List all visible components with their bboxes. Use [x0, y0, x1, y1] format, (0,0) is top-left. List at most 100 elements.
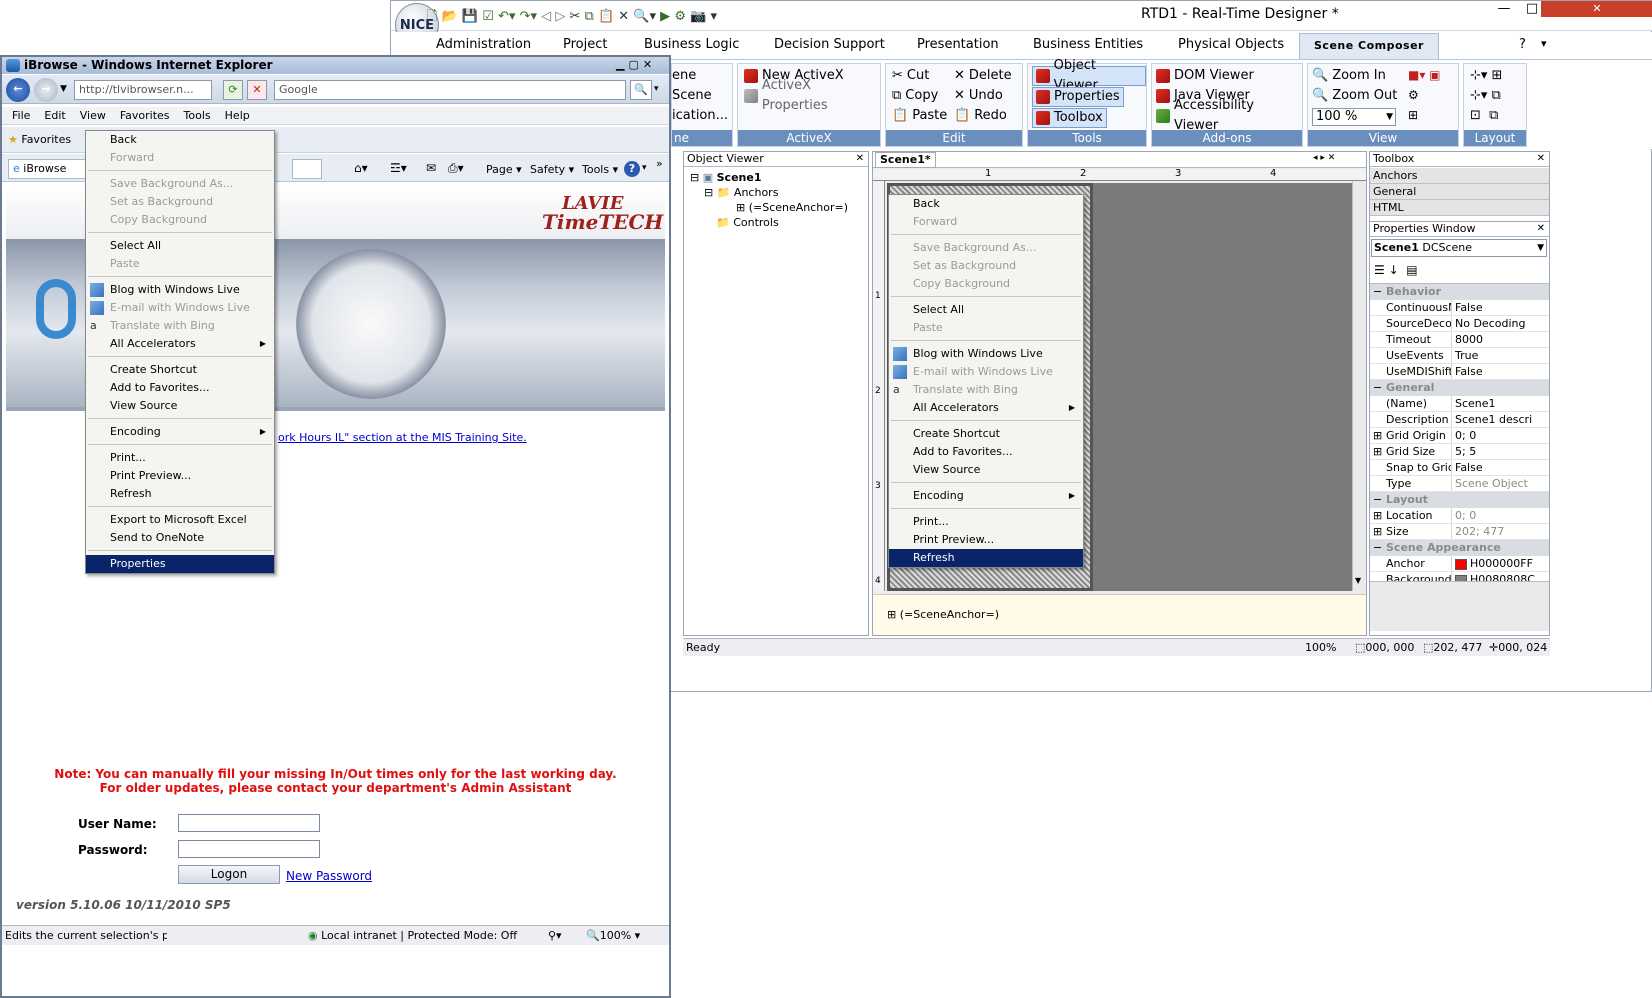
delete-icon[interactable]: ✕ [618, 9, 629, 23]
mail-icon[interactable]: ✉ [426, 161, 436, 175]
context-menu-item[interactable]: a Translate with Bing [889, 381, 1083, 399]
context-menu-item[interactable]: Encoding ▶ [889, 487, 1083, 505]
property-row[interactable]: Background H0080808C [1370, 572, 1549, 581]
delete-button[interactable]: ✕ Delete [954, 66, 1012, 86]
property-value[interactable]: H0080808C [1452, 572, 1549, 581]
redo-button[interactable]: 📋 Redo [954, 106, 1007, 126]
menu-edit[interactable]: Edit [44, 109, 65, 122]
context-menu-item[interactable]: All Accelerators ▶ [889, 399, 1083, 417]
tab-nav-arrows[interactable]: ◂ ▸ ✕ [1313, 153, 1335, 163]
expand-icon[interactable]: ⊞ [1373, 508, 1382, 523]
property-row[interactable]: Anchor H000000FF [1370, 556, 1549, 572]
zoom-control[interactable]: 🔍100% ▾ [586, 929, 640, 942]
context-menu-item[interactable]: Print Preview... [889, 531, 1083, 549]
property-value[interactable]: 5; 5 [1452, 444, 1549, 459]
property-value[interactable]: Scene1 [1452, 396, 1549, 411]
context-menu-item[interactable]: Add to Favorites... [86, 379, 274, 397]
context-menu-item[interactable]: Copy Background [889, 275, 1083, 293]
tools-menu[interactable]: Tools ▾ [582, 163, 618, 176]
property-row[interactable]: ⊞ Size 202; 477 [1370, 524, 1549, 540]
property-row[interactable]: Type Scene Object [1370, 476, 1549, 492]
zoom-in-button[interactable]: 🔍 Zoom In [1312, 66, 1386, 86]
new-password-link[interactable]: New Password [286, 869, 372, 883]
address-bar[interactable]: http://tlvibrowser.n... [74, 80, 212, 100]
toolbox-anchors[interactable]: Anchors [1370, 168, 1549, 184]
refresh-button[interactable]: ⟳ [223, 80, 243, 100]
property-value[interactable]: No Decoding [1452, 316, 1549, 331]
ribbon-options-icon[interactable]: ▾ [1541, 37, 1547, 50]
property-row[interactable]: Snap to Grid False [1370, 460, 1549, 476]
scene-anchor-item[interactable]: ⊞ (=SceneAnchor=) [887, 608, 999, 621]
back-button[interactable]: ← [6, 78, 30, 102]
overflow-chevron-icon[interactable]: » [656, 157, 663, 170]
save-icon[interactable]: 💾 [462, 9, 478, 23]
camera-icon[interactable]: 📷 [690, 9, 706, 23]
stop-button[interactable]: ✕ [247, 80, 267, 100]
tab-project[interactable]: Project [563, 37, 607, 52]
close-button[interactable]: ✕ [1541, 1, 1652, 17]
property-category[interactable]: Scene Appearance [1370, 540, 1549, 556]
help-icon[interactable]: ? [1519, 37, 1526, 52]
context-menu-item[interactable]: View Source [889, 461, 1083, 479]
tab-business-logic[interactable]: Business Logic [644, 37, 739, 52]
property-pages-icon[interactable]: ▤ [1406, 263, 1417, 277]
search-options-icon[interactable]: ▾ [654, 84, 659, 94]
password-input[interactable] [178, 840, 320, 858]
ie-window-buttons[interactable]: ▁▢✕ [616, 58, 656, 71]
context-menu-item[interactable]: Export to Microsoft Excel [86, 511, 274, 529]
close-icon[interactable]: ✕ [856, 152, 864, 166]
open-icon[interactable]: 📂 [442, 9, 458, 23]
context-menu-item[interactable]: Encoding ▶ [86, 423, 274, 441]
context-menu-item[interactable]: Forward [86, 149, 274, 167]
undo-button[interactable]: ✕ Undo [954, 86, 1003, 106]
new-tab-button[interactable] [292, 159, 322, 179]
minimize-button[interactable]: — [1491, 1, 1517, 19]
menu-tools[interactable]: Tools [184, 109, 211, 122]
context-menu-item[interactable]: Send to OneNote [86, 529, 274, 547]
accessibility-viewer-button[interactable]: Accessibility Viewer [1156, 98, 1302, 133]
activex-properties-button[interactable]: ActiveX Properties [744, 78, 880, 113]
expand-icon[interactable]: ⊞ [1373, 444, 1382, 459]
context-menu-item[interactable]: Create Shortcut [86, 361, 274, 379]
context-menu-item[interactable]: All Accelerators ▶ [86, 335, 274, 353]
feeds-icon[interactable]: ☲▾ [390, 161, 407, 175]
zoom-out-button[interactable]: 🔍 Zoom Out [1312, 86, 1397, 106]
menu-help[interactable]: Help [225, 109, 250, 122]
mis-training-link[interactable]: ork Hours IL" section at the MIS Trainin… [278, 431, 527, 444]
expand-icon[interactable]: ⊞ [1373, 428, 1382, 443]
paste-button[interactable]: 📋 Paste [892, 106, 947, 126]
view-link-icon[interactable]: ⚙ [1408, 88, 1419, 102]
menu-favorites[interactable]: Favorites [120, 109, 170, 122]
build-icon[interactable]: ⚙ [674, 9, 686, 23]
context-menu-item[interactable]: Properties [86, 555, 274, 573]
context-menu-item[interactable]: Set as Background [86, 193, 274, 211]
context-menu-item[interactable]: Refresh [889, 549, 1083, 567]
help-icon[interactable]: ? [624, 161, 640, 177]
tree-node-scene1[interactable]: ⊟ ▣ Scene1 [690, 170, 848, 185]
property-row[interactable]: SourceDecodingNo Decoding [1370, 316, 1549, 332]
property-row[interactable]: Timeout 8000 [1370, 332, 1549, 348]
property-value[interactable]: 0; 0 [1452, 508, 1549, 523]
dom-viewer-button[interactable]: DOM Viewer [1156, 66, 1254, 86]
copy-button[interactable]: ⧉ Copy [892, 86, 938, 106]
properties-button[interactable]: Properties [1032, 87, 1124, 107]
context-menu-item[interactable]: Set as Background [889, 257, 1083, 275]
context-menu-item[interactable]: Select All [889, 301, 1083, 319]
context-menu-item[interactable]: Back [86, 131, 274, 149]
tree-node-controls[interactable]: 📁 Controls [690, 215, 848, 230]
property-grid[interactable]: BehaviorContinuousModeFalseSourceDecodin… [1370, 283, 1549, 581]
tab-presentation[interactable]: Presentation [917, 37, 999, 52]
property-value[interactable]: 202; 477 [1452, 524, 1549, 539]
cut-button[interactable]: ✂ Cut [892, 66, 929, 86]
context-menu-item[interactable]: Print... [889, 513, 1083, 531]
property-value[interactable]: Scene Object [1452, 476, 1549, 491]
undo-icon[interactable]: ↶▾ [498, 9, 515, 23]
forward-button[interactable]: → [34, 78, 58, 102]
view-fit-icon[interactable]: ⊞ [1408, 108, 1418, 122]
tab-physical-objects[interactable]: Physical Objects [1178, 37, 1284, 52]
cut-icon[interactable]: ✂ [569, 9, 580, 23]
property-row[interactable]: (Name) Scene1 [1370, 396, 1549, 412]
run-icon[interactable]: ▶ [660, 9, 670, 23]
property-row[interactable]: Description Scene1 descri [1370, 412, 1549, 428]
logon-button[interactable]: Logon [178, 865, 280, 884]
